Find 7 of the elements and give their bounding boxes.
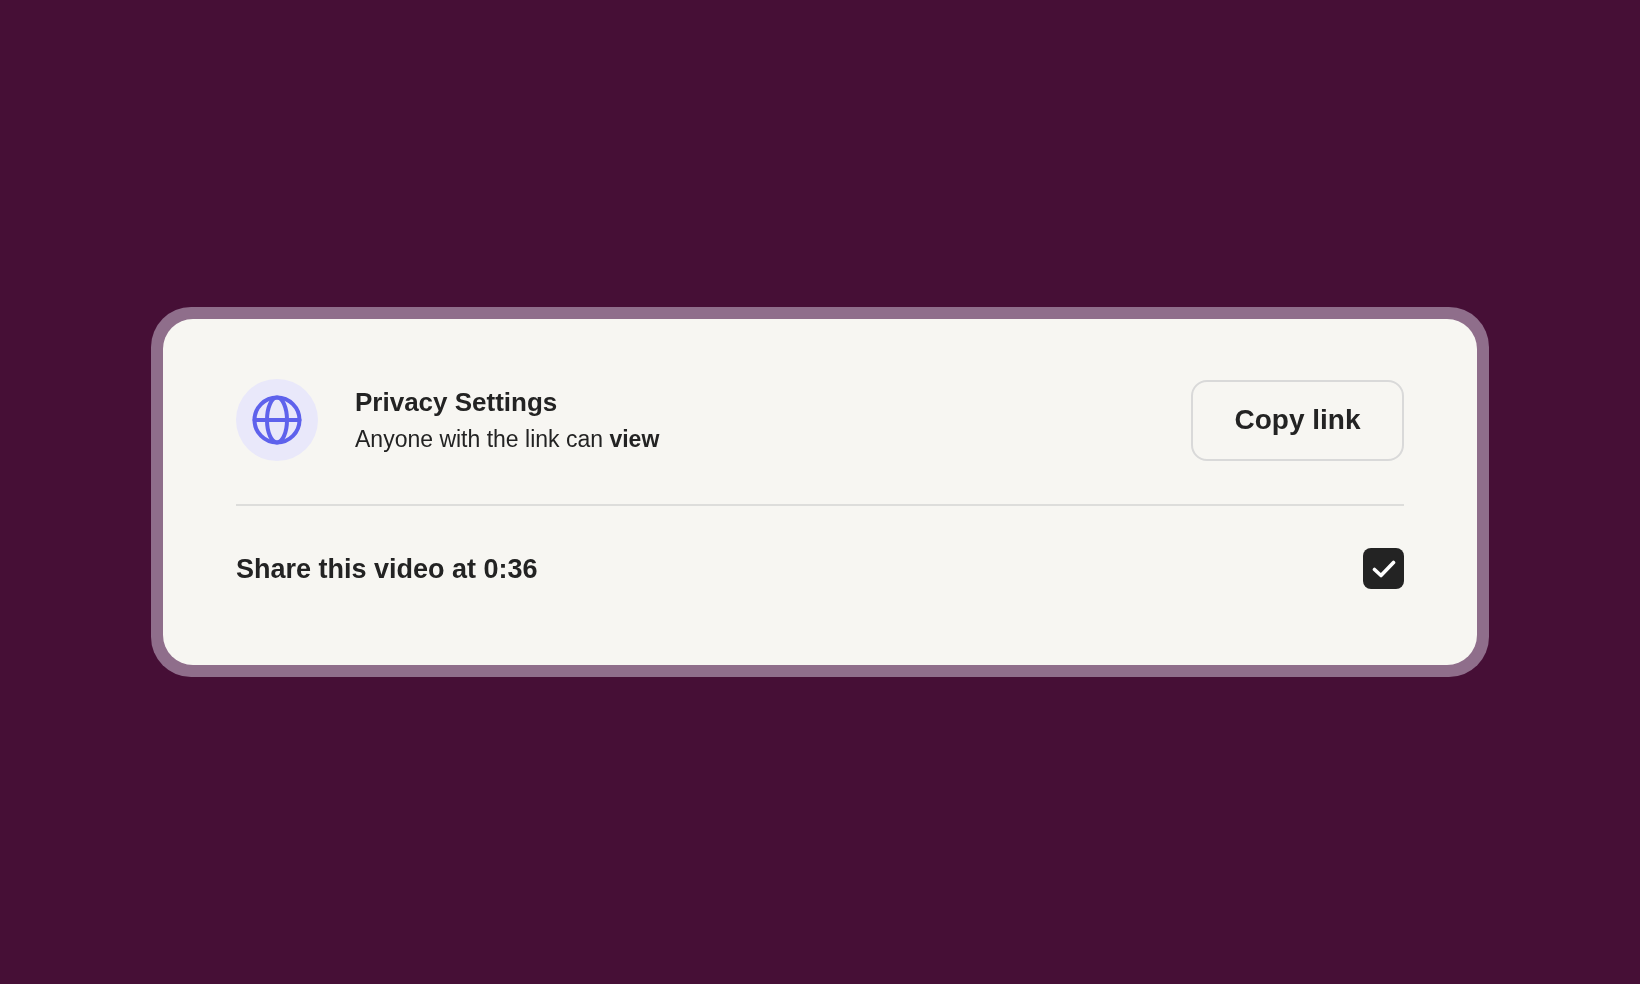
privacy-description: Anyone with the link can view [355, 425, 660, 454]
share-option-label: Share this video at 0:36 [236, 552, 538, 586]
share-checkbox[interactable] [1363, 548, 1404, 589]
privacy-title: Privacy Settings [355, 386, 559, 418]
copy-link-button[interactable]: Copy link [1191, 379, 1404, 461]
globe-icon [236, 379, 318, 461]
checkmark-icon [1371, 559, 1396, 578]
